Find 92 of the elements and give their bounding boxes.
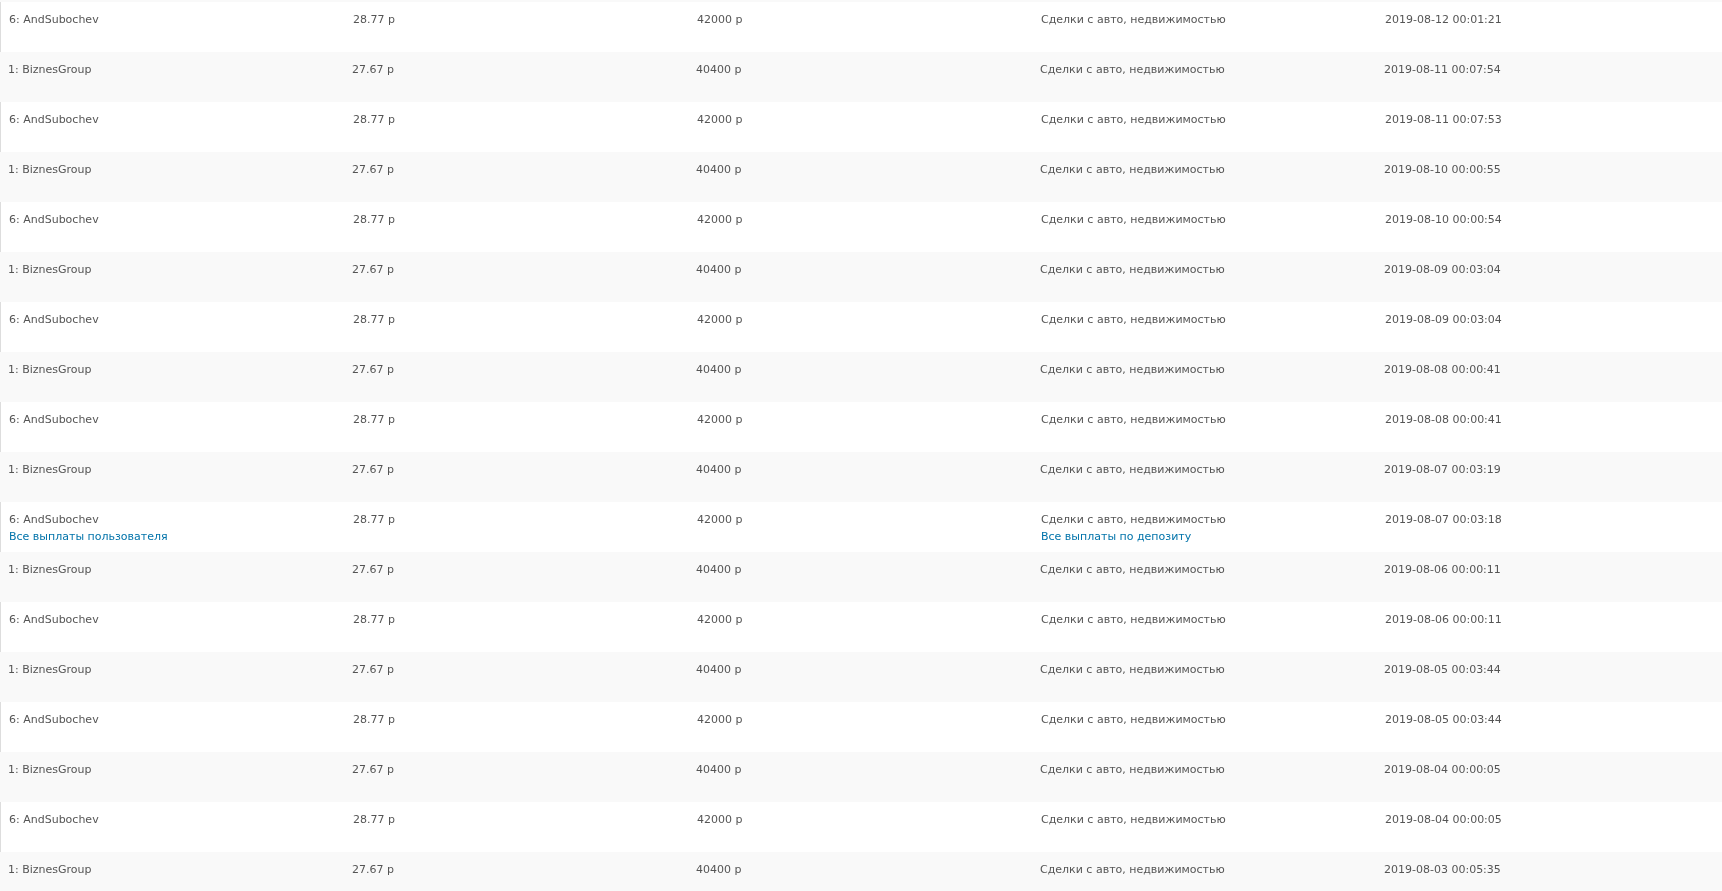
table-cell: 1: BiznesGroup [8, 863, 92, 876]
table-cell: 27.67 р [352, 363, 394, 376]
table-cell: 2019-08-11 00:07:53 [1385, 113, 1502, 126]
table-cell: Сделки с авто, недвижимостью [1040, 763, 1225, 776]
table-cell: 40400 р [696, 663, 742, 676]
table-cell: 6: AndSubochev [9, 813, 99, 826]
table-cell: 28.77 р [353, 13, 395, 26]
table-cell: 28.77 р [353, 713, 395, 726]
table-cell: 2019-08-07 00:03:18 [1385, 513, 1502, 526]
table-cell: 28.77 р [353, 613, 395, 626]
table-cell: Сделки с авто, недвижимостью [1040, 463, 1225, 476]
table-cell: 42000 р [697, 313, 743, 326]
table-cell: Сделки с авто, недвижимостью [1040, 363, 1225, 376]
table-cell: 2019-08-07 00:03:19 [1384, 463, 1501, 476]
table-cell: 1: BiznesGroup [8, 763, 92, 776]
table-cell: 1: BiznesGroup [8, 163, 92, 176]
table-cell: 2019-08-08 00:00:41 [1385, 413, 1502, 426]
table-cell: Сделки с авто, недвижимостью [1041, 313, 1226, 326]
table-cell: Сделки с авто, недвижимостью [1041, 813, 1226, 826]
table-cell: 2019-08-05 00:03:44 [1385, 713, 1502, 726]
table-cell: 6: AndSubochev [9, 313, 99, 326]
table-cell: Сделки с авто, недвижимостью [1040, 63, 1225, 76]
table-cell: 42000 р [697, 213, 743, 226]
table-cell: 40400 р [696, 463, 742, 476]
table-cell: 42000 р [697, 513, 743, 526]
table-cell: 6: AndSubochev [9, 713, 99, 726]
table-cell: 2019-08-06 00:00:11 [1385, 613, 1502, 626]
table-cell: 40400 р [696, 363, 742, 376]
table-cell: Сделки с авто, недвижимостью [1041, 413, 1226, 426]
table-cell: Сделки с авто, недвижимостью [1041, 113, 1226, 126]
table-cell: Сделки с авто, недвижимостью [1041, 213, 1226, 226]
table-cell: 2019-08-09 00:03:04 [1384, 263, 1501, 276]
table-cell: 2019-08-06 00:00:11 [1384, 563, 1501, 576]
table-cell: Сделки с авто, недвижимостью [1040, 663, 1225, 676]
table-cell: 40400 р [696, 63, 742, 76]
table-cell: 27.67 р [352, 463, 394, 476]
table-cell: 2019-08-11 00:07:54 [1384, 63, 1501, 76]
table-cell: 42000 р [697, 713, 743, 726]
table-cell: 42000 р [697, 613, 743, 626]
table-cell: 27.67 р [352, 63, 394, 76]
table-cell: 1: BiznesGroup [8, 63, 92, 76]
table-cell: 40400 р [696, 563, 742, 576]
table-cell: 2019-08-10 00:00:54 [1385, 213, 1502, 226]
table-cell: 28.77 р [353, 113, 395, 126]
table-cell: Сделки с авто, недвижимостью [1041, 513, 1226, 526]
table-cell: 40400 р [696, 263, 742, 276]
table-cell: 42000 р [697, 13, 743, 26]
table-cell: 2019-08-05 00:03:44 [1384, 663, 1501, 676]
table-cell: 40400 р [696, 863, 742, 876]
table-cell: Сделки с авто, недвижимостью [1041, 713, 1226, 726]
table-cell: 6: AndSubochev [9, 213, 99, 226]
table-cell: 1: BiznesGroup [8, 463, 92, 476]
table-cell: 28.77 р [353, 213, 395, 226]
table-cell: 28.77 р [353, 513, 395, 526]
table-cell: 1: BiznesGroup [8, 663, 92, 676]
table-cell: 1: BiznesGroup [8, 363, 92, 376]
table-cell: 2019-08-12 00:01:21 [1385, 13, 1502, 26]
table-cell: 6: AndSubochev [9, 513, 99, 526]
table-cell: Сделки с авто, недвижимостью [1040, 563, 1225, 576]
table-cell: 40400 р [696, 163, 742, 176]
table-cell: 1: BiznesGroup [8, 563, 92, 576]
table-cell: 27.67 р [352, 663, 394, 676]
table-cell: 28.77 р [353, 813, 395, 826]
table-cell: 42000 р [697, 413, 743, 426]
table-cell: Сделки с авто, недвижимостью [1041, 613, 1226, 626]
table-cell: 2019-08-09 00:03:04 [1385, 313, 1502, 326]
table-cell: 2019-08-10 00:00:55 [1384, 163, 1501, 176]
table-cell: 6: AndSubochev [9, 113, 99, 126]
table-cell: 2019-08-08 00:00:41 [1384, 363, 1501, 376]
table-cell: 27.67 р [352, 763, 394, 776]
table-cell: Сделки с авто, недвижимостью [1040, 163, 1225, 176]
table-cell: 2019-08-04 00:00:05 [1385, 813, 1502, 826]
table-cell: 6: AndSubochev [9, 13, 99, 26]
table-cell: Сделки с авто, недвижимостью [1040, 863, 1225, 876]
table-cell: 27.67 р [352, 263, 394, 276]
table-cell: Сделки с авто, недвижимостью [1041, 13, 1226, 26]
table-cell: 1: BiznesGroup [8, 263, 92, 276]
table-cell: 27.67 р [352, 163, 394, 176]
deposit-payouts-link[interactable]: Все выплаты по депозиту [1041, 530, 1192, 543]
table-cell: 27.67 р [352, 863, 394, 876]
table-cell: 2019-08-04 00:00:05 [1384, 763, 1501, 776]
table-cell: Сделки с авто, недвижимостью [1040, 263, 1225, 276]
table-cell: 42000 р [697, 813, 743, 826]
table-cell: 42000 р [697, 113, 743, 126]
user-payouts-link[interactable]: Все выплаты пользователя [9, 530, 168, 543]
table-cell: 28.77 р [353, 413, 395, 426]
table-cell: 28.77 р [353, 313, 395, 326]
table-cell: 2019-08-03 00:05:35 [1384, 863, 1501, 876]
table-cell: 40400 р [696, 763, 742, 776]
table-cell: 6: AndSubochev [9, 413, 99, 426]
table-cell: 27.67 р [352, 563, 394, 576]
table-cell: 6: AndSubochev [9, 613, 99, 626]
